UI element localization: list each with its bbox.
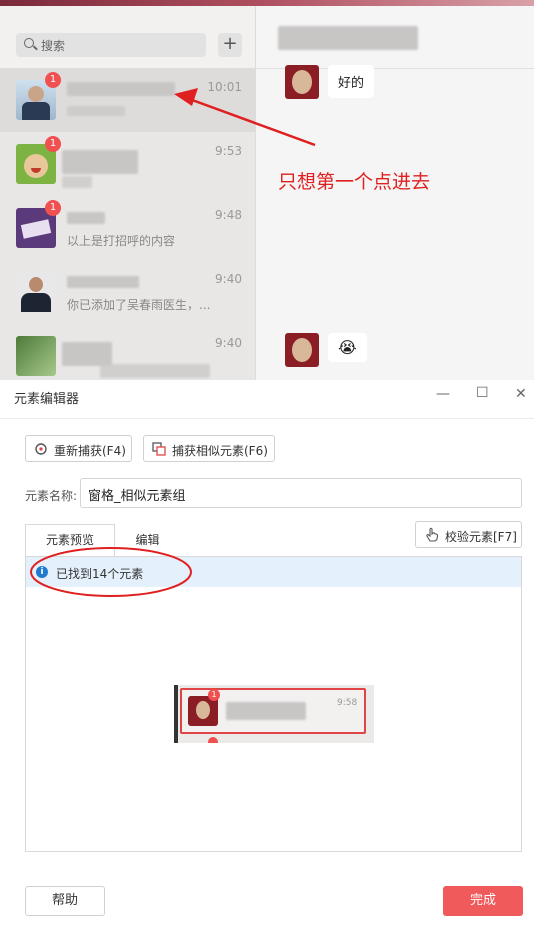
preview-panel: i 已找到14个元素 1 9:58 bbox=[25, 547, 522, 852]
recapture-button[interactable]: 重新捕获(F4) bbox=[25, 435, 132, 462]
chat-time: 9:48 bbox=[215, 208, 242, 222]
maximize-button[interactable]: ☐ bbox=[476, 385, 489, 401]
green-plant-avatar-icon bbox=[16, 336, 56, 376]
recapture-label: 重新捕获(F4) bbox=[54, 444, 126, 458]
capture-similar-label: 捕获相似元素(F6) bbox=[172, 444, 268, 458]
element-name-value: 窗格_相似元素组 bbox=[88, 489, 186, 504]
blurred-thumbnail-name bbox=[226, 702, 306, 720]
blurred-contact-name bbox=[67, 276, 139, 288]
chat-preview: 以上是打招呼的内容 bbox=[67, 234, 176, 248]
blurred-conversation-title bbox=[278, 26, 418, 50]
search-input[interactable]: 搜索 bbox=[16, 33, 206, 57]
verify-element-label: 校验元素[F7] bbox=[445, 530, 517, 544]
annotation-oval bbox=[30, 547, 192, 597]
chat-time: 9:40 bbox=[215, 336, 242, 350]
unread-badge: 1 bbox=[45, 72, 61, 88]
chat-time: 9:40 bbox=[215, 272, 242, 286]
message-bubble: 😭 bbox=[328, 333, 367, 362]
recapture-icon bbox=[35, 443, 47, 455]
unread-badge: 1 bbox=[45, 200, 61, 216]
sender-avatar-icon bbox=[285, 333, 319, 367]
man-in-suit-avatar-icon bbox=[16, 272, 56, 312]
help-button[interactable]: 帮助 bbox=[25, 886, 105, 916]
thumbnail-time: 9:58 bbox=[337, 698, 358, 708]
done-button[interactable]: 完成 bbox=[443, 886, 523, 916]
chat-preview: 你已添加了吴春雨医生，... bbox=[67, 298, 211, 312]
chat-list-item[interactable]: 1 以上是打招呼的内容 9:48 bbox=[0, 196, 255, 260]
dialog-divider bbox=[0, 418, 534, 419]
message-bubble: 好的 bbox=[328, 65, 375, 98]
thumbnail-next-badge bbox=[208, 737, 218, 743]
close-button[interactable]: ✕ bbox=[515, 386, 527, 402]
blurred-contact-name bbox=[67, 82, 175, 96]
element-name-label: 元素名称: bbox=[25, 489, 78, 503]
annotation-arrow bbox=[174, 88, 316, 147]
hand-pointer-icon bbox=[426, 527, 439, 542]
search-placeholder: 搜索 bbox=[41, 39, 66, 53]
blurred-contact-name bbox=[67, 212, 105, 224]
dialog-title: 元素编辑器 bbox=[14, 392, 80, 407]
thumbnail-badge: 1 bbox=[208, 689, 220, 701]
blurred-contact-name bbox=[62, 150, 138, 174]
capture-similar-button[interactable]: 捕获相似元素(F6) bbox=[143, 435, 275, 462]
blurred-preview bbox=[62, 176, 92, 188]
conversation-header bbox=[256, 6, 534, 69]
chat-list-item[interactable]: 9:40 bbox=[0, 324, 255, 380]
minimize-button[interactable]: — bbox=[436, 386, 450, 402]
chat-sidebar: 搜索 + 1 10:01 1 9:53 1 以上是打招呼的内容 9:48 你已添… bbox=[0, 6, 255, 380]
chat-list-item[interactable]: 你已添加了吴春雨医生，... 9:40 bbox=[0, 260, 255, 324]
blurred-contact-name bbox=[62, 342, 112, 366]
thumbnail-edge bbox=[174, 685, 178, 743]
blurred-preview bbox=[100, 364, 210, 378]
highlighted-element: 1 9:58 bbox=[180, 688, 366, 734]
verify-element-button[interactable]: 校验元素[F7] bbox=[415, 521, 522, 548]
blurred-preview bbox=[67, 106, 125, 116]
element-name-field[interactable]: 窗格_相似元素组 bbox=[80, 478, 522, 508]
add-chat-button[interactable]: + bbox=[218, 33, 242, 57]
capture-similar-icon bbox=[152, 442, 166, 456]
chat-app-screenshot: 搜索 + 1 10:01 1 9:53 1 以上是打招呼的内容 9:48 你已添… bbox=[0, 0, 534, 380]
search-icon bbox=[24, 38, 34, 48]
preview-thumbnail: 1 9:58 bbox=[174, 685, 374, 743]
sidebar-header: 搜索 + bbox=[0, 6, 255, 68]
unread-badge: 1 bbox=[45, 136, 61, 152]
annotation-text: 只想第一个点进去 bbox=[278, 171, 431, 193]
